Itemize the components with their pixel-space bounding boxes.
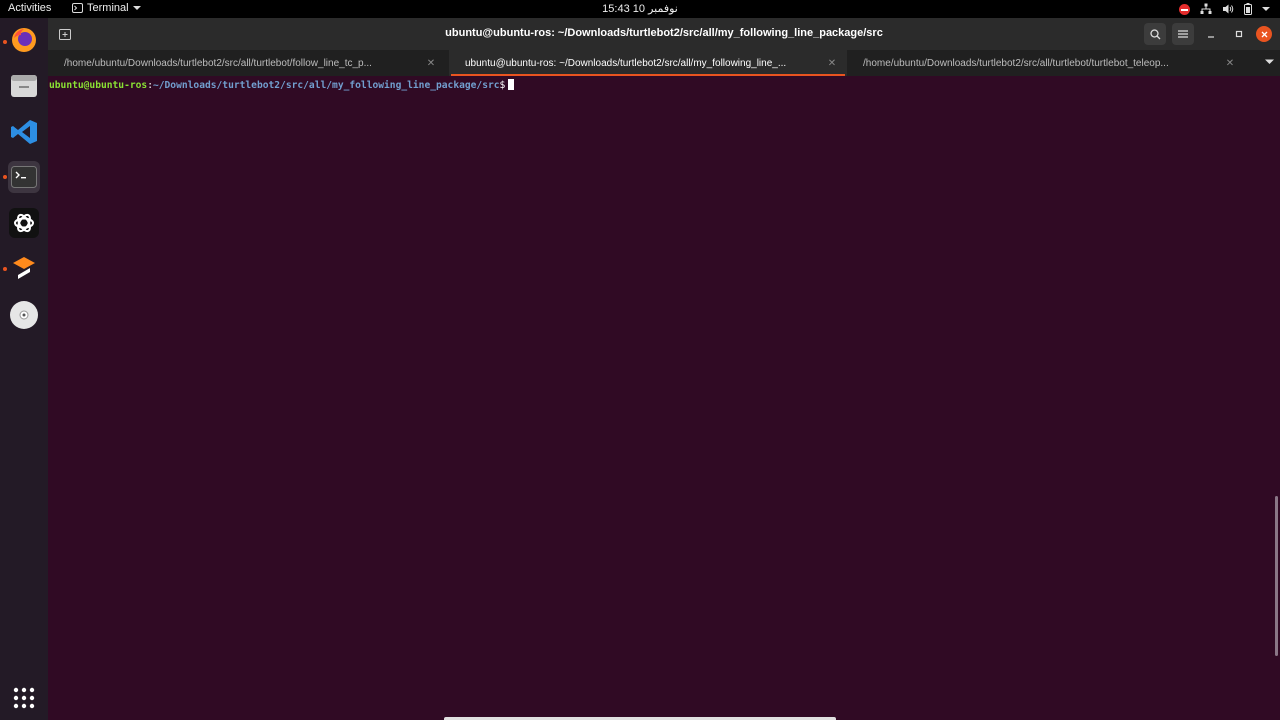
app-menu-label: Terminal — [87, 2, 129, 14]
close-icon — [1261, 31, 1267, 37]
window-title: ubuntu@ubuntu-ros: ~/Downloads/turtlebot… — [445, 27, 883, 39]
tab-bar: /home/ubuntu/Downloads/turtlebot2/src/al… — [48, 50, 1280, 76]
files-icon — [11, 75, 37, 97]
do-not-disturb-icon[interactable] — [1179, 3, 1190, 15]
power-menu-chevron-icon[interactable] — [1262, 6, 1270, 12]
tab-close-icon[interactable]: ✕ — [1223, 58, 1237, 69]
network-icon[interactable] — [1200, 3, 1212, 15]
prompt-symbol: $ — [499, 80, 506, 91]
search-icon — [1149, 28, 1160, 39]
chevron-down-icon — [1265, 59, 1274, 64]
vscode-icon — [11, 120, 37, 144]
maximize-button[interactable] — [1228, 23, 1250, 45]
prompt-user: ubuntu@ubuntu-ros — [49, 80, 148, 91]
dock-files[interactable] — [8, 70, 40, 102]
tab-list-button[interactable] — [1265, 57, 1274, 67]
system-tray[interactable] — [1179, 1, 1270, 17]
app-grid-icon — [13, 687, 35, 709]
prompt-path: ~/Downloads/turtlebot2/src/all/my_follow… — [152, 80, 500, 91]
dock — [0, 18, 48, 720]
tab-close-icon[interactable]: ✕ — [825, 58, 839, 69]
tab-label: /home/ubuntu/Downloads/turtlebot2/src/al… — [863, 57, 1169, 69]
hamburger-menu-icon — [1178, 30, 1188, 38]
activities-button[interactable]: Activities — [8, 2, 51, 14]
dock-terminal[interactable] — [8, 161, 40, 193]
chevron-down-icon — [132, 6, 141, 10]
show-applications-button[interactable] — [8, 682, 40, 714]
title-bar[interactable]: ubuntu@ubuntu-ros: ~/Downloads/turtlebot… — [48, 18, 1280, 50]
app-menu[interactable]: Terminal — [72, 2, 141, 14]
text-cursor — [508, 79, 515, 90]
menu-button[interactable] — [1172, 23, 1194, 45]
top-bar: Activities Terminal نوفمبر 10 15:43 — [0, 0, 1280, 18]
minimize-button[interactable] — [1200, 23, 1222, 45]
terminal-window: ubuntu@ubuntu-ros: ~/Downloads/turtlebot… — [48, 18, 1280, 720]
search-button[interactable] — [1144, 23, 1166, 45]
running-indicator — [3, 40, 7, 44]
volume-icon[interactable] — [1222, 3, 1234, 15]
dock-vscode[interactable] — [8, 116, 40, 148]
terminal-output[interactable]: ubuntu@ubuntu-ros:~/Downloads/turtlebot2… — [48, 76, 1280, 720]
sublime-merge-icon — [13, 257, 35, 279]
tab-my-following-line[interactable]: ubuntu@ubuntu-ros: ~/Downloads/turtlebot… — [449, 50, 847, 76]
tab-close-icon[interactable]: ✕ — [424, 58, 438, 69]
running-indicator — [3, 267, 7, 271]
dock-firefox[interactable] — [8, 24, 40, 56]
clock[interactable]: نوفمبر 10 15:43 — [602, 3, 678, 15]
dock-chatgpt[interactable] — [8, 207, 40, 239]
minimize-icon — [1208, 36, 1214, 38]
maximize-icon — [1235, 30, 1243, 38]
chatgpt-icon — [9, 208, 39, 238]
tab-turtlebot-teleop[interactable]: /home/ubuntu/Downloads/turtlebot2/src/al… — [847, 50, 1245, 76]
terminal-app-icon — [72, 3, 83, 13]
tab-follow-line[interactable]: /home/ubuntu/Downloads/turtlebot2/src/al… — [48, 50, 446, 76]
dock-sublime-merge[interactable] — [8, 253, 40, 285]
scrollbar[interactable] — [1275, 496, 1278, 656]
close-button[interactable] — [1256, 26, 1272, 42]
dock-dvd[interactable] — [8, 299, 40, 331]
battery-icon[interactable] — [1244, 3, 1252, 15]
dvd-icon — [10, 301, 38, 329]
terminal-icon — [11, 166, 37, 188]
tab-label: /home/ubuntu/Downloads/turtlebot2/src/al… — [64, 57, 372, 69]
tab-label: ubuntu@ubuntu-ros: ~/Downloads/turtlebot… — [465, 57, 787, 69]
running-indicator — [3, 175, 7, 179]
prompt-line: ubuntu@ubuntu-ros:~/Downloads/turtlebot2… — [49, 79, 1280, 91]
firefox-icon — [12, 28, 36, 52]
